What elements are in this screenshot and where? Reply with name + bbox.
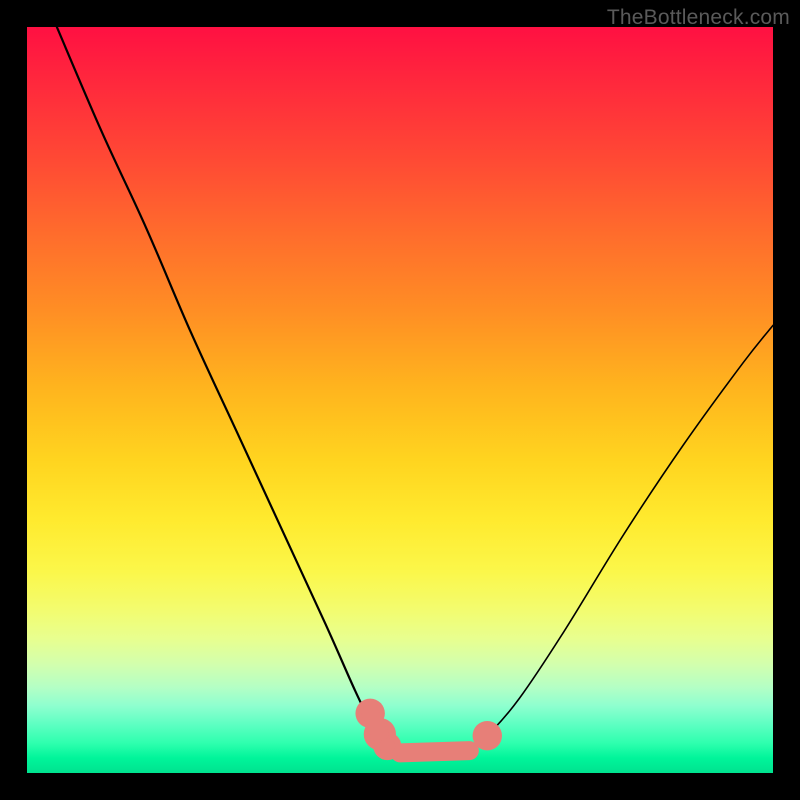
marker-pill <box>400 751 469 753</box>
curve-right-arm <box>430 325 773 758</box>
curve-layer <box>27 27 773 773</box>
outer-frame: TheBottleneck.com <box>0 0 800 800</box>
marker-dot <box>379 738 395 754</box>
plot-area <box>27 27 773 773</box>
curve-left-arm <box>57 27 430 758</box>
marker-pill <box>370 713 380 734</box>
watermark-text: TheBottleneck.com <box>607 6 790 30</box>
trough-markers <box>355 699 502 761</box>
marker-dot <box>478 727 496 745</box>
